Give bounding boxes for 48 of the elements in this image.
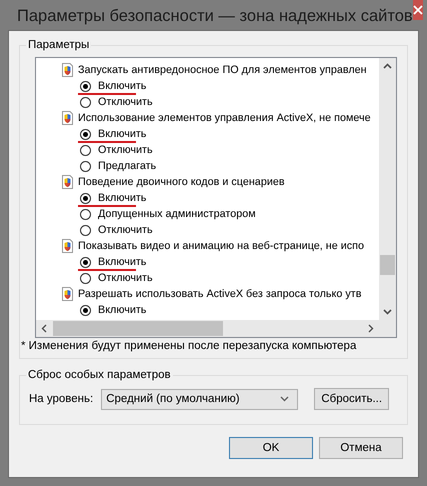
setting-label: Запускать антивредоносное ПО для элементов управлен (78, 64, 367, 76)
radio-button[interactable] (80, 256, 91, 268)
option-label[interactable]: Включить (98, 80, 146, 92)
option-label[interactable]: Допущенных администратором (98, 208, 256, 220)
vertical-scrollbar[interactable] (379, 58, 396, 320)
group-title: Сброс особых параметров (26, 368, 173, 382)
dialog-button[interactable]: OK (229, 437, 313, 459)
radio-button[interactable] (80, 192, 91, 204)
radio-button[interactable] (80, 160, 91, 172)
option-label[interactable]: Включить (98, 128, 146, 140)
scroll-thumb[interactable] (53, 321, 223, 336)
setting-label: Поведение двоичного кодов и сценариев (78, 176, 285, 188)
scroll-thumb[interactable] (380, 255, 395, 275)
window-title: Параметры безопасности — зона надежных сайтов (17, 7, 413, 26)
option-label[interactable]: Включить (98, 192, 146, 204)
radio-button[interactable] (80, 272, 91, 284)
close-button[interactable] (412, 0, 423, 20)
option-label[interactable]: Отключить (98, 96, 153, 108)
setting-icon (62, 175, 73, 189)
dropdown-icon (280, 396, 290, 402)
radio-button[interactable] (80, 96, 91, 108)
level-dropdown[interactable]: Средний (по умолчанию) (101, 388, 298, 410)
level-label: На уровень: (29, 393, 94, 405)
radio-button[interactable] (80, 208, 91, 220)
option-label[interactable]: Включить (98, 256, 146, 268)
setting-label: Использование элементов управления ActiveX, не помече (78, 112, 371, 124)
radio-button[interactable] (80, 128, 91, 140)
group-title: Параметры (26, 38, 92, 52)
option-label[interactable]: Отключить (98, 224, 153, 236)
setting-icon (62, 63, 73, 77)
setting-label: Разрешать использовать ActiveX без запроса только утв (78, 288, 362, 300)
radio-button[interactable] (80, 304, 91, 316)
radio-button[interactable] (80, 224, 91, 236)
option-label[interactable]: Отключить (98, 272, 153, 284)
horizontal-scrollbar[interactable] (36, 320, 396, 337)
setting-icon (62, 111, 73, 125)
option-label[interactable]: Отключить (98, 144, 153, 156)
setting-icon (62, 239, 73, 253)
option-label[interactable]: Включить (98, 304, 146, 316)
radio-button[interactable] (80, 144, 91, 156)
option-label[interactable]: Предлагать (98, 160, 156, 172)
setting-label: Показывать видео и анимацию на веб-странице, не испо (78, 240, 364, 252)
close-icon (412, 5, 423, 15)
dialog-button[interactable]: Отмена (319, 437, 403, 459)
reset-button[interactable]: Сбросить... (314, 388, 390, 410)
restart-note: * Изменения будут применены после перезапуска компьютера (21, 340, 358, 352)
radio-button[interactable] (80, 80, 91, 92)
setting-icon (62, 287, 73, 301)
